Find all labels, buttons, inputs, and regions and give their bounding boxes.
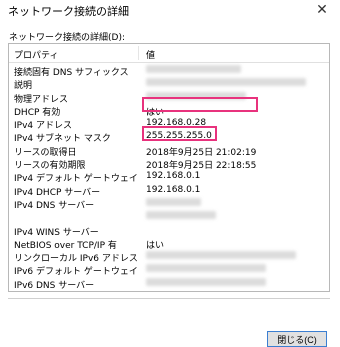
property-name: NetBIOS over TCP/IP 有 [14, 240, 117, 251]
divider [8, 298, 330, 299]
property-name: リンクローカル IPv6 アドレス [14, 254, 138, 265]
property-value: はい [146, 240, 165, 251]
list-item[interactable]: リンクローカル IPv6 アドレス [9, 251, 329, 264]
list-item[interactable]: NetBIOS over TCP/IP 有 はい [9, 238, 329, 251]
property-name: IPv4 DHCP サーバー [14, 187, 101, 198]
property-value [146, 65, 241, 76]
close-icon[interactable]: ✕ [312, 0, 332, 20]
property-name: 接続固有 DNS サフィックス [14, 68, 129, 78]
property-name: リースの取得日 [14, 147, 77, 158]
title-bar: ネットワーク接続の詳細 ✕ [0, 0, 340, 22]
list-item[interactable] [9, 211, 329, 224]
highlight-box-physical-address [142, 97, 258, 112]
details-label: ネットワーク接続の詳細(D): [9, 33, 125, 43]
property-name: IPv6 デフォルト ゲートウェイ [14, 267, 138, 278]
property-value: 192.168.0.1 [146, 184, 201, 195]
list-header: プロパティ 値 [9, 44, 329, 63]
blurred-value [146, 78, 306, 87]
column-divider [138, 46, 139, 60]
property-name: IPv6 DNS サーバー [14, 280, 95, 291]
details-list[interactable]: プロパティ 値 接続固有 DNS サフィックス 説明 物理アドレス DHCP 有… [8, 43, 330, 292]
list-item[interactable]: 接続固有 DNS サフィックス [9, 65, 329, 78]
list-item[interactable]: IPv6 DNS サーバー [9, 277, 329, 291]
property-value [146, 211, 216, 222]
list-item[interactable]: IPv4 デフォルト ゲートウェイ 192.168.0.1 [9, 171, 329, 184]
blurred-value [146, 197, 201, 206]
highlight-box-ipv4-address [142, 126, 217, 141]
blurred-value [146, 251, 296, 260]
property-value: 2018年9月25日 21:02:19 [146, 147, 257, 158]
property-name: DHCP 有効 [14, 107, 61, 118]
blurred-value [146, 264, 266, 273]
property-value [146, 277, 266, 289]
property-name: IPv4 DNS サーバー [14, 200, 95, 211]
property-value [146, 264, 266, 275]
list-item[interactable]: リースの有効期限 2018年9月25日 22:18:55 [9, 158, 329, 171]
property-value [146, 78, 306, 89]
blurred-value [146, 65, 241, 73]
property-value: 2018年9月25日 22:18:55 [146, 161, 257, 172]
list-item[interactable]: IPv4 WINS サーバー [9, 225, 329, 238]
property-name: 物理アドレス [14, 94, 69, 105]
window-title: ネットワーク接続の詳細 [8, 5, 129, 18]
property-name: IPv4 アドレス [14, 121, 72, 132]
column-header-property[interactable]: プロパティ [14, 48, 58, 61]
list-item[interactable]: 説明 [9, 78, 329, 91]
list-item[interactable]: リースの取得日 2018年9月25日 21:02:19 [9, 145, 329, 158]
property-value: 192.168.0.1 [146, 171, 201, 182]
blurred-value [146, 277, 266, 286]
column-header-value[interactable]: 値 [146, 48, 155, 61]
list-item[interactable]: IPv6 デフォルト ゲートウェイ [9, 264, 329, 277]
property-value [146, 251, 296, 262]
property-value [146, 197, 201, 209]
blurred-value [146, 211, 216, 220]
close-button[interactable]: 閉じる(C) [267, 331, 327, 347]
property-name: IPv4 WINS サーバー [14, 227, 99, 238]
property-name: IPv4 デフォルト ゲートウェイ [14, 174, 138, 185]
property-name: IPv4 サブネット マスク [14, 134, 111, 145]
list-item[interactable]: IPv4 DNS サーバー [9, 197, 329, 211]
property-name: 説明 [14, 81, 33, 92]
property-name: リースの有効期限 [14, 161, 86, 172]
list-item[interactable]: IPv4 DHCP サーバー 192.168.0.1 [9, 185, 329, 198]
